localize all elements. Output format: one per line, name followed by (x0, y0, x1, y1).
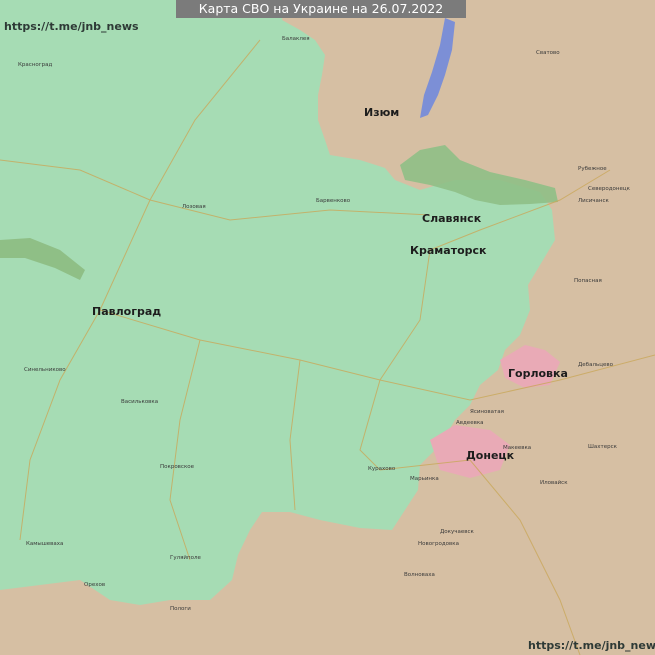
town-balakleya: Балаклея (282, 36, 310, 42)
town-debaltsevo: Дебальцево (578, 362, 613, 368)
city-slavyansk: Славянск (422, 212, 482, 225)
town-svatovo: Сватово (536, 50, 560, 56)
city-kramatorsk: Краматорск (410, 244, 487, 257)
watermark-top[interactable]: https://t.me/jnb_news (4, 20, 139, 33)
map-view[interactable]: Карта СВО на Украине на 26.07.2022 https… (0, 0, 655, 655)
town-gulyaypole: Гуляйполе (170, 555, 201, 561)
town-dokuchaevsk: Докучаевск (440, 529, 474, 535)
watermark-bottom[interactable]: https://t.me/jnb_news (528, 639, 655, 652)
town-lisichansk: Лисичанск (578, 198, 609, 204)
town-maryinka: Марьинка (410, 476, 439, 482)
town-kamyshevakha: Камышеваха (26, 541, 64, 547)
town-yasinovataya: Ясиноватая (470, 409, 504, 415)
map-title: Карта СВО на Украине на 26.07.2022 (176, 0, 466, 18)
map-canvas (0, 0, 655, 655)
city-pavlograd: Павлоград (92, 305, 162, 318)
town-avdeevka: Авдеевка (456, 420, 484, 426)
town-popasnaya: Попасная (574, 278, 602, 284)
town-rubezhnoe: Рубежное (578, 166, 607, 172)
town-makeevka: Макеевка (503, 445, 532, 451)
city-izyum: Изюм (364, 106, 400, 119)
town-lozovaya: Лозовая (182, 204, 206, 210)
town-shakhtersk: Шахтерск (588, 444, 617, 450)
town-sinelnikovo: Синельниково (24, 367, 66, 373)
town-severodonetsk: Северодонецк (588, 186, 630, 192)
town-krasnograd: Красноград (18, 62, 53, 68)
town-barvenkovo: Барвенково (316, 198, 351, 204)
city-gorlovka: Горловка (508, 367, 568, 380)
town-vasilkovka: Васильковка (121, 399, 159, 405)
town-orekhov: Орехов (84, 582, 106, 588)
town-novogrodovka: Новогродовка (418, 541, 459, 547)
town-pologi: Пологи (170, 606, 191, 612)
town-volnovakha: Волноваха (404, 572, 435, 578)
town-ilovaysk: Иловайск (540, 480, 568, 486)
town-kurakhovo: Курахово (368, 466, 396, 472)
town-pokrovskoe: Покровское (160, 464, 195, 470)
